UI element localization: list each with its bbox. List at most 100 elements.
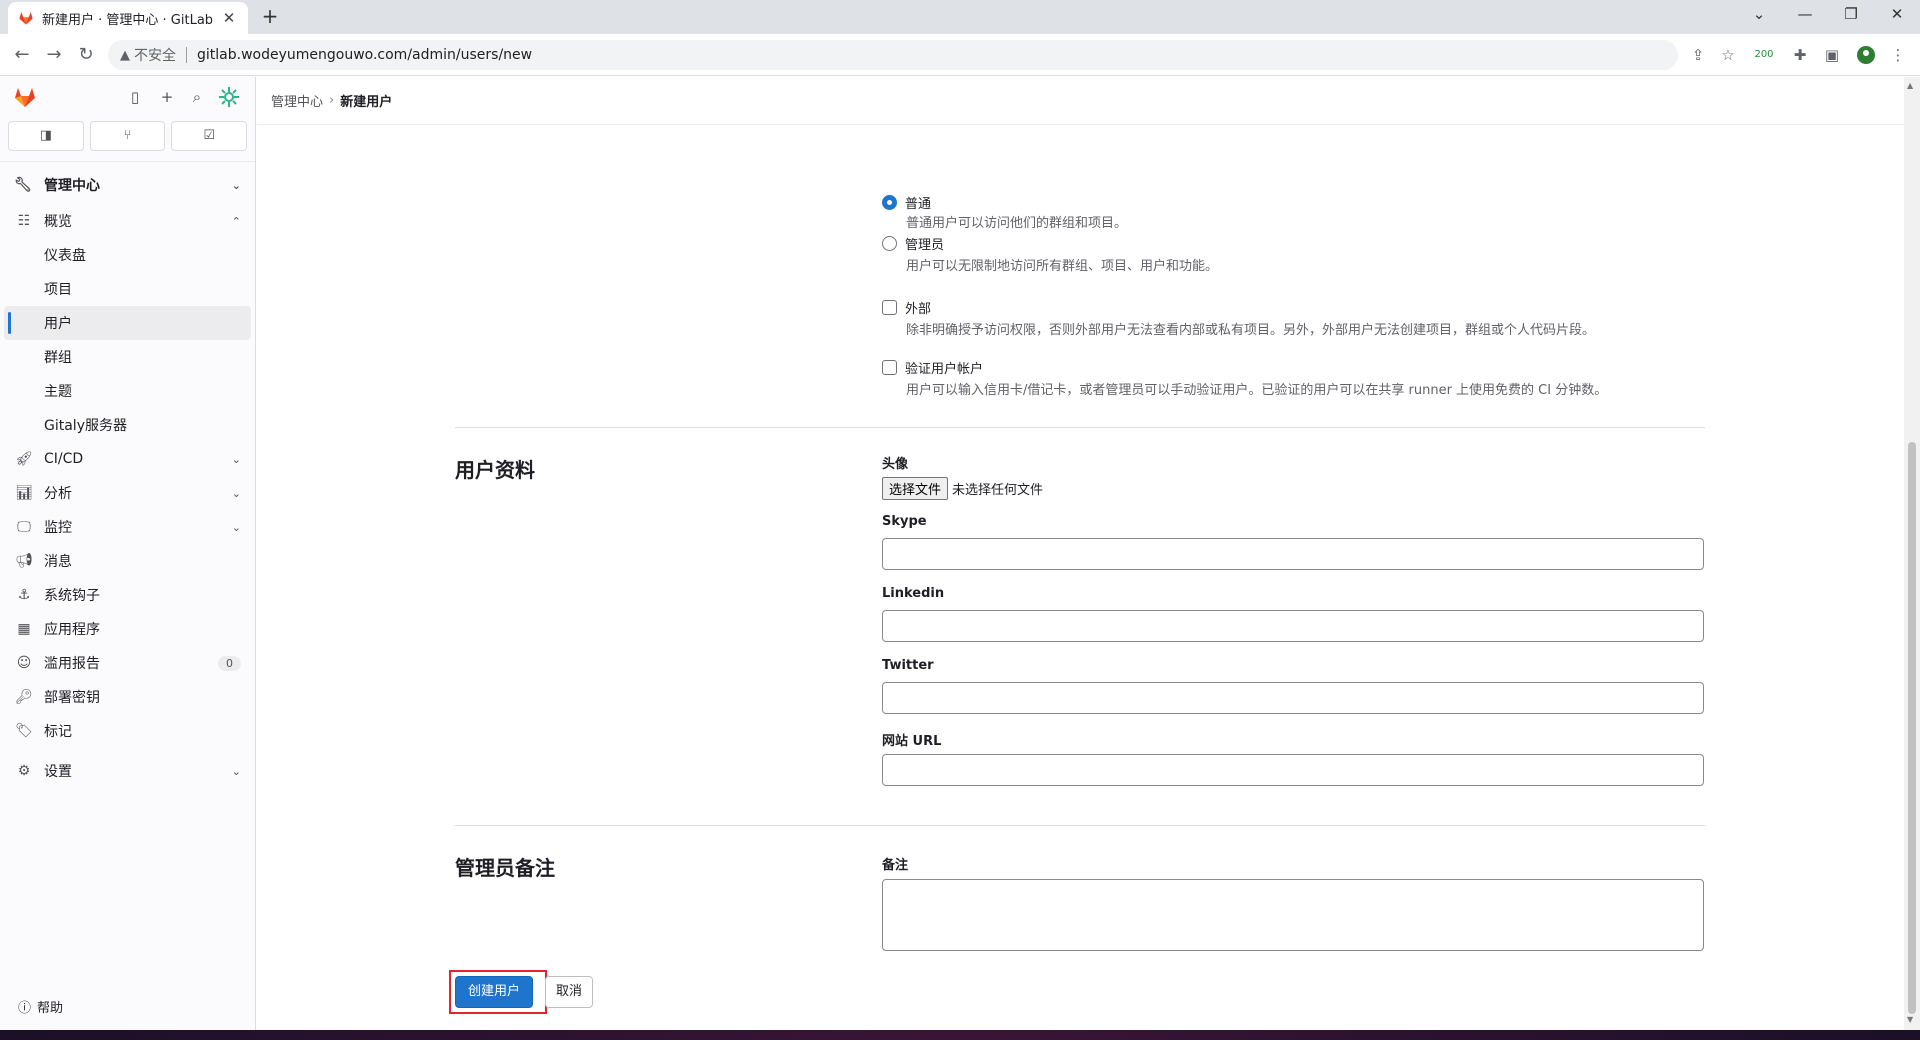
new-tab-button[interactable]: +	[258, 5, 282, 29]
tab-search-icon[interactable]: ⌄	[1736, 0, 1782, 30]
sidebar-item-label: 滥用报告	[44, 656, 100, 672]
tab-strip: 新建用户 · 管理中心 · GitLab ✕ + ⌄ — ❐ ✕	[0, 0, 1920, 34]
breadcrumb-admin[interactable]: 管理中心	[271, 91, 323, 110]
address-bar-row: ← → ↻ ▲ 不安全 gitlab.wodeyumengouwo.com/ad…	[0, 34, 1920, 76]
help-link[interactable]: ⓘ 帮助	[18, 997, 63, 1016]
access-regular-option[interactable]: 普通	[882, 192, 931, 212]
scrollbar-thumb[interactable]	[1908, 442, 1916, 1014]
gitlab-favicon-icon	[19, 12, 33, 25]
merge-requests-counter-icon[interactable]: ⑂	[89, 121, 166, 151]
scroll-down-icon[interactable]: ▼	[1907, 1015, 1913, 1024]
breadcrumb: 管理中心 › 新建用户	[257, 77, 1904, 125]
side-panel-icon[interactable]: ▣	[1822, 45, 1842, 65]
abuse-count-badge: 0	[218, 655, 241, 671]
share-icon[interactable]: ⇪	[1688, 45, 1708, 65]
tab-close-icon[interactable]: ✕	[220, 9, 238, 27]
security-label[interactable]: 不安全	[134, 45, 176, 65]
forward-icon[interactable]: →	[42, 43, 66, 67]
chevron-down-icon: ⌄	[231, 486, 241, 500]
sidebar-item-monitoring[interactable]: 🖵︎ 监控 ⌄	[0, 510, 255, 544]
sidebar-subitem-topics[interactable]: 主题	[0, 374, 255, 408]
sidebar-item-abuse-reports[interactable]: ☺︎ 滥用报告 0	[0, 646, 255, 680]
sidebar-item-labels[interactable]: 🏷︎ 标记	[0, 714, 255, 748]
sidebar: ▯ + ⌕ ◨ ⑂ ☑ 🔧︎ 管理中心 ⌄ ☷ 概览 ⌃ 仪表盘 项目 用户 群…	[0, 77, 256, 1030]
tab-title: 新建用户 · 管理中心 · GitLab	[42, 12, 214, 28]
issues-counter-icon[interactable]: ◨	[8, 121, 84, 151]
create-new-icon[interactable]: +	[156, 86, 178, 108]
profile-section-title: 用户资料	[455, 458, 535, 482]
external-label: 外部	[905, 301, 932, 317]
file-status: 未选择任何文件	[952, 483, 1044, 498]
skype-input[interactable]	[882, 538, 1704, 570]
website-label: 网站 URL	[882, 734, 942, 749]
minimize-icon[interactable]: —	[1782, 0, 1828, 30]
external-checkbox[interactable]	[882, 299, 897, 315]
sidebar-subitem-projects[interactable]: 项目	[0, 272, 255, 306]
regular-radio[interactable]	[882, 194, 897, 210]
avatar-file-input[interactable]: 选择文件 未选择任何文件	[882, 477, 1043, 500]
anchor-icon: ⚓︎	[17, 587, 31, 603]
warning-icon[interactable]: ▲	[120, 48, 130, 63]
note-textarea[interactable]	[882, 879, 1704, 951]
reload-icon[interactable]: ↻	[74, 43, 98, 67]
close-window-icon[interactable]: ✕	[1874, 0, 1920, 30]
validate-checkbox[interactable]	[882, 359, 897, 375]
user-avatar-icon[interactable]	[218, 86, 240, 108]
sidebar-item-overview[interactable]: ☷ 概览 ⌃	[0, 204, 255, 238]
sidebar-item-settings[interactable]: ⚙︎ 设置 ⌄	[0, 754, 255, 788]
sidebar-item-label: 应用程序	[44, 622, 100, 638]
bookmark-star-icon[interactable]: ☆	[1718, 45, 1738, 65]
browser-menu-icon[interactable]: ⋮	[1888, 45, 1908, 65]
sidebar-item-label: CI/CD	[44, 451, 84, 467]
chevron-down-icon: ⌄	[231, 452, 241, 466]
restore-icon[interactable]: ❐	[1828, 0, 1874, 30]
access-admin-option[interactable]: 管理员 用户可以无限制地访问所有群组、项目、用户和功能。	[882, 233, 1218, 274]
create-user-button[interactable]: 创建用户	[455, 976, 534, 1008]
sidebar-subitem-dashboard[interactable]: 仪表盘	[0, 238, 255, 272]
twitter-input[interactable]	[882, 682, 1704, 714]
sidebar-item-label: 部署密钥	[44, 690, 100, 706]
validate-option[interactable]: 验证用户帐户 用户可以输入信用卡/借记卡，或者管理员可以手动验证用户。已验证的用…	[882, 357, 1607, 398]
browser-window: 新建用户 · 管理中心 · GitLab ✕ + ⌄ — ❐ ✕ ← → ↻ ▲…	[0, 0, 1920, 1040]
back-icon[interactable]: ←	[10, 43, 34, 67]
profile-avatar-icon[interactable]	[1856, 45, 1876, 65]
browser-tab[interactable]: 新建用户 · 管理中心 · GitLab ✕	[8, 2, 248, 34]
search-icon[interactable]: ⌕	[186, 86, 208, 108]
label-icon: 🏷︎	[15, 723, 33, 739]
sidebar-subitem-groups[interactable]: 群组	[0, 340, 255, 374]
url-text[interactable]: gitlab.wodeyumengouwo.com/admin/users/ne…	[197, 47, 532, 63]
page-scrollbar[interactable]: ▲ ▼	[1904, 77, 1920, 1030]
sidebar-item-deploy-keys[interactable]: 🔑︎ 部署密钥	[0, 680, 255, 714]
sidebar-section-admin[interactable]: 🔧︎ 管理中心 ⌄	[0, 166, 255, 204]
sidebar-subitem-gitaly[interactable]: Gitaly服务器	[0, 408, 255, 442]
choose-file-button[interactable]: 选择文件	[882, 477, 949, 500]
linkedin-label: Linkedin	[882, 586, 945, 601]
avatar-label: 头像	[882, 457, 909, 472]
cancel-button[interactable]: 取消	[545, 976, 594, 1008]
sidebar-item-label: 监控	[44, 520, 72, 536]
linkedin-input[interactable]	[882, 610, 1704, 642]
scroll-up-icon[interactable]: ▲	[1907, 81, 1913, 90]
breadcrumb-current[interactable]: 新建用户	[340, 91, 392, 110]
admin-radio[interactable]	[882, 235, 897, 251]
section-divider	[455, 427, 1705, 428]
sidebar-item-analytics[interactable]: 📊︎ 分析 ⌄	[0, 476, 255, 510]
url-bar[interactable]: ▲ 不安全 gitlab.wodeyumengouwo.com/admin/us…	[108, 40, 1678, 70]
sidebar-item-system-hooks[interactable]: ⚓︎ 系统钩子	[0, 578, 255, 612]
website-input[interactable]	[882, 754, 1704, 786]
sidebar-section: 🔧︎ 管理中心 ⌄ ☷ 概览 ⌃ 仪表盘 项目 用户 群组 主题 Gitaly服…	[0, 161, 255, 788]
sidebar-item-messages[interactable]: 📢︎ 消息	[0, 544, 255, 578]
sidebar-item-applications[interactable]: ▦ 应用程序	[0, 612, 255, 646]
gear-icon: ⚙︎	[17, 763, 31, 779]
extension-badge[interactable]: 200	[1752, 45, 1776, 65]
todos-counter-icon[interactable]: ☑	[171, 121, 248, 151]
collapse-sidebar-icon[interactable]: ▯	[124, 86, 146, 108]
sidebar-subitem-users[interactable]: 用户	[4, 306, 251, 340]
external-option[interactable]: 外部 除非明确授予访问权限，否则外部用户无法查看内部或私有项目。另外，外部用户无…	[882, 297, 1595, 338]
validate-label: 验证用户帐户	[905, 361, 984, 377]
extensions-puzzle-icon[interactable]: ✚	[1790, 45, 1810, 65]
sidebar-item-cicd[interactable]: 🚀︎ CI/CD ⌄	[0, 442, 255, 476]
regular-label: 普通	[905, 196, 932, 212]
gitlab-logo-icon[interactable]	[12, 85, 38, 109]
admin-notes-section-title: 管理员备注	[455, 856, 555, 880]
